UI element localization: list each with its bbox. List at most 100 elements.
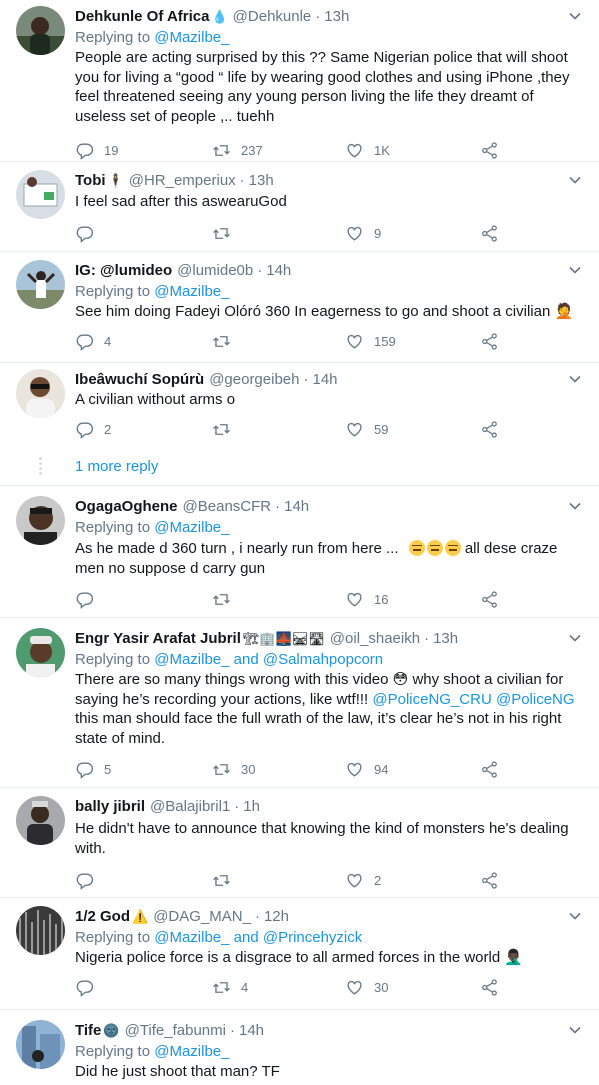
- display-name[interactable]: Tife: [75, 1022, 101, 1039]
- display-name[interactable]: Ibeâwuchí Sopúrù: [75, 371, 204, 388]
- replying-to-label: Replying to: [75, 29, 151, 46]
- avatar[interactable]: [16, 628, 65, 677]
- share-button[interactable]: [480, 141, 499, 160]
- reply-button[interactable]: 2: [75, 420, 212, 439]
- chevron-down-icon[interactable]: [567, 1022, 583, 1038]
- replying-to-mention[interactable]: @Mazilbe_ and @Salmahpopcorn: [154, 651, 383, 668]
- chevron-down-icon[interactable]: [567, 371, 583, 387]
- share-button[interactable]: [480, 760, 499, 779]
- tweet[interactable]: IG: @lumideo @lumide0b · 14h Replying to…: [0, 252, 599, 363]
- mention-link[interactable]: @PoliceNG: [496, 691, 575, 708]
- user-handle[interactable]: @oil_shaeikh: [330, 630, 420, 647]
- user-handle[interactable]: @DAG_MAN_: [153, 908, 251, 925]
- timestamp[interactable]: 12h: [264, 908, 289, 925]
- avatar[interactable]: [16, 369, 65, 418]
- reply-button[interactable]: [75, 978, 212, 997]
- share-button[interactable]: [480, 590, 499, 609]
- like-button[interactable]: 1K: [345, 141, 480, 160]
- avatar[interactable]: [16, 906, 65, 955]
- share-button[interactable]: [480, 978, 499, 997]
- display-name[interactable]: bally jibril: [75, 798, 145, 815]
- user-handle[interactable]: @lumide0b: [177, 262, 253, 279]
- like-button[interactable]: 2: [345, 871, 480, 890]
- timestamp[interactable]: 14h: [239, 1022, 264, 1039]
- avatar[interactable]: [16, 170, 65, 219]
- like-button[interactable]: 159: [345, 332, 480, 351]
- reply-button[interactable]: 4: [75, 332, 212, 351]
- like-button[interactable]: 59: [345, 420, 480, 439]
- user-handle[interactable]: @Tife_fabunmi: [125, 1022, 226, 1039]
- retweet-button[interactable]: [212, 224, 345, 243]
- share-button[interactable]: [480, 420, 499, 439]
- reply-button[interactable]: [75, 590, 212, 609]
- display-name[interactable]: Tobi: [75, 172, 106, 189]
- tweet[interactable]: Engr Yasir Arafat Jubril 🏗🏢🌉🛤🛣 @oil_shae…: [0, 618, 599, 788]
- chevron-down-icon[interactable]: [567, 630, 583, 646]
- mention-link[interactable]: @PoliceNG_CRU: [372, 691, 491, 708]
- user-handle[interactable]: @HR_emperiux: [129, 172, 236, 189]
- replying-to-mention[interactable]: @Mazilbe_: [154, 283, 229, 300]
- like-button[interactable]: 30: [345, 978, 480, 997]
- share-button[interactable]: [480, 871, 499, 890]
- tweet[interactable]: 1/2 God ⚠️ @DAG_MAN_ · 12h Replying to @…: [0, 898, 599, 1010]
- timestamp[interactable]: 13h: [433, 630, 458, 647]
- avatar[interactable]: [16, 1020, 65, 1069]
- like-button[interactable]: 94: [345, 760, 480, 779]
- replying-to-mention[interactable]: @Mazilbe_ and @Princehyzick: [154, 929, 362, 946]
- chevron-down-icon[interactable]: [567, 8, 583, 24]
- retweet-button[interactable]: [212, 420, 345, 439]
- reply-button[interactable]: 19: [75, 141, 212, 160]
- tweet[interactable]: Dehkunle Of Africa 💧 @Dehkunle · 13h Rep…: [0, 0, 599, 162]
- chevron-down-icon[interactable]: [567, 172, 583, 188]
- tweet[interactable]: bally jibril @Balajibril1 · 1h He didn't…: [0, 788, 599, 898]
- replying-to-mention[interactable]: @Mazilbe_: [154, 1043, 229, 1060]
- tweet-text: See him doing Fadeyi Olóró 360 In eagern…: [75, 302, 585, 322]
- timestamp[interactable]: 14h: [284, 498, 309, 515]
- more-replies-row[interactable]: 1 more reply: [0, 452, 599, 486]
- retweet-button[interactable]: 30: [212, 760, 345, 779]
- timestamp[interactable]: 14h: [266, 262, 291, 279]
- retweet-button[interactable]: [212, 590, 345, 609]
- display-name[interactable]: 1/2 God: [75, 908, 130, 925]
- timestamp[interactable]: 14h: [312, 371, 337, 388]
- retweet-button[interactable]: [212, 332, 345, 351]
- reply-button[interactable]: [75, 224, 212, 243]
- chevron-down-icon[interactable]: [567, 262, 583, 278]
- like-button[interactable]: 16: [345, 590, 480, 609]
- display-name[interactable]: Dehkunle Of Africa: [75, 8, 209, 25]
- user-handle[interactable]: @georgeibeh: [209, 371, 299, 388]
- share-button[interactable]: [480, 224, 499, 243]
- tweet[interactable]: Ibeâwuchí Sopúrù @georgeibeh · 14h A civ…: [0, 363, 599, 452]
- tweet[interactable]: Tife 🌚 @Tife_fabunmi · 14h Replying to @…: [0, 1010, 599, 1085]
- tweet-actions: 9: [75, 215, 585, 253]
- user-handle[interactable]: @Dehkunle: [233, 8, 312, 25]
- avatar[interactable]: [16, 796, 65, 845]
- avatar[interactable]: [16, 496, 65, 545]
- timestamp[interactable]: 13h: [249, 172, 274, 189]
- avatar[interactable]: [16, 260, 65, 309]
- retweet-button[interactable]: 4: [212, 978, 345, 997]
- replying-to-mention[interactable]: @Mazilbe_: [154, 519, 229, 536]
- retweet-button[interactable]: 237: [212, 141, 345, 160]
- more-replies-link[interactable]: 1 more reply: [75, 458, 158, 475]
- retweet-count: 237: [241, 142, 263, 158]
- display-name[interactable]: OgagaOghene: [75, 498, 178, 515]
- timestamp[interactable]: 1h: [243, 798, 260, 815]
- avatar[interactable]: [16, 6, 65, 55]
- tweet[interactable]: Tobi 🕴 @HR_emperiux · 13h I feel sad aft…: [0, 162, 599, 252]
- user-handle[interactable]: @BeansCFR: [183, 498, 272, 515]
- timestamp[interactable]: 13h: [324, 8, 349, 25]
- display-name[interactable]: IG: @lumideo: [75, 262, 172, 279]
- user-handle[interactable]: @Balajibril1: [150, 798, 230, 815]
- chevron-down-icon[interactable]: [567, 908, 583, 924]
- like-count: 59: [374, 422, 389, 437]
- reply-button[interactable]: [75, 871, 212, 890]
- chevron-down-icon[interactable]: [567, 498, 583, 514]
- share-button[interactable]: [480, 332, 499, 351]
- replying-to-mention[interactable]: @Mazilbe_: [154, 29, 229, 46]
- tweet[interactable]: OgagaOghene @BeansCFR · 14h Replying to …: [0, 486, 599, 618]
- display-name[interactable]: Engr Yasir Arafat Jubril: [75, 630, 241, 647]
- reply-button[interactable]: 5: [75, 760, 212, 779]
- like-button[interactable]: 9: [345, 224, 480, 243]
- retweet-button[interactable]: [212, 871, 345, 890]
